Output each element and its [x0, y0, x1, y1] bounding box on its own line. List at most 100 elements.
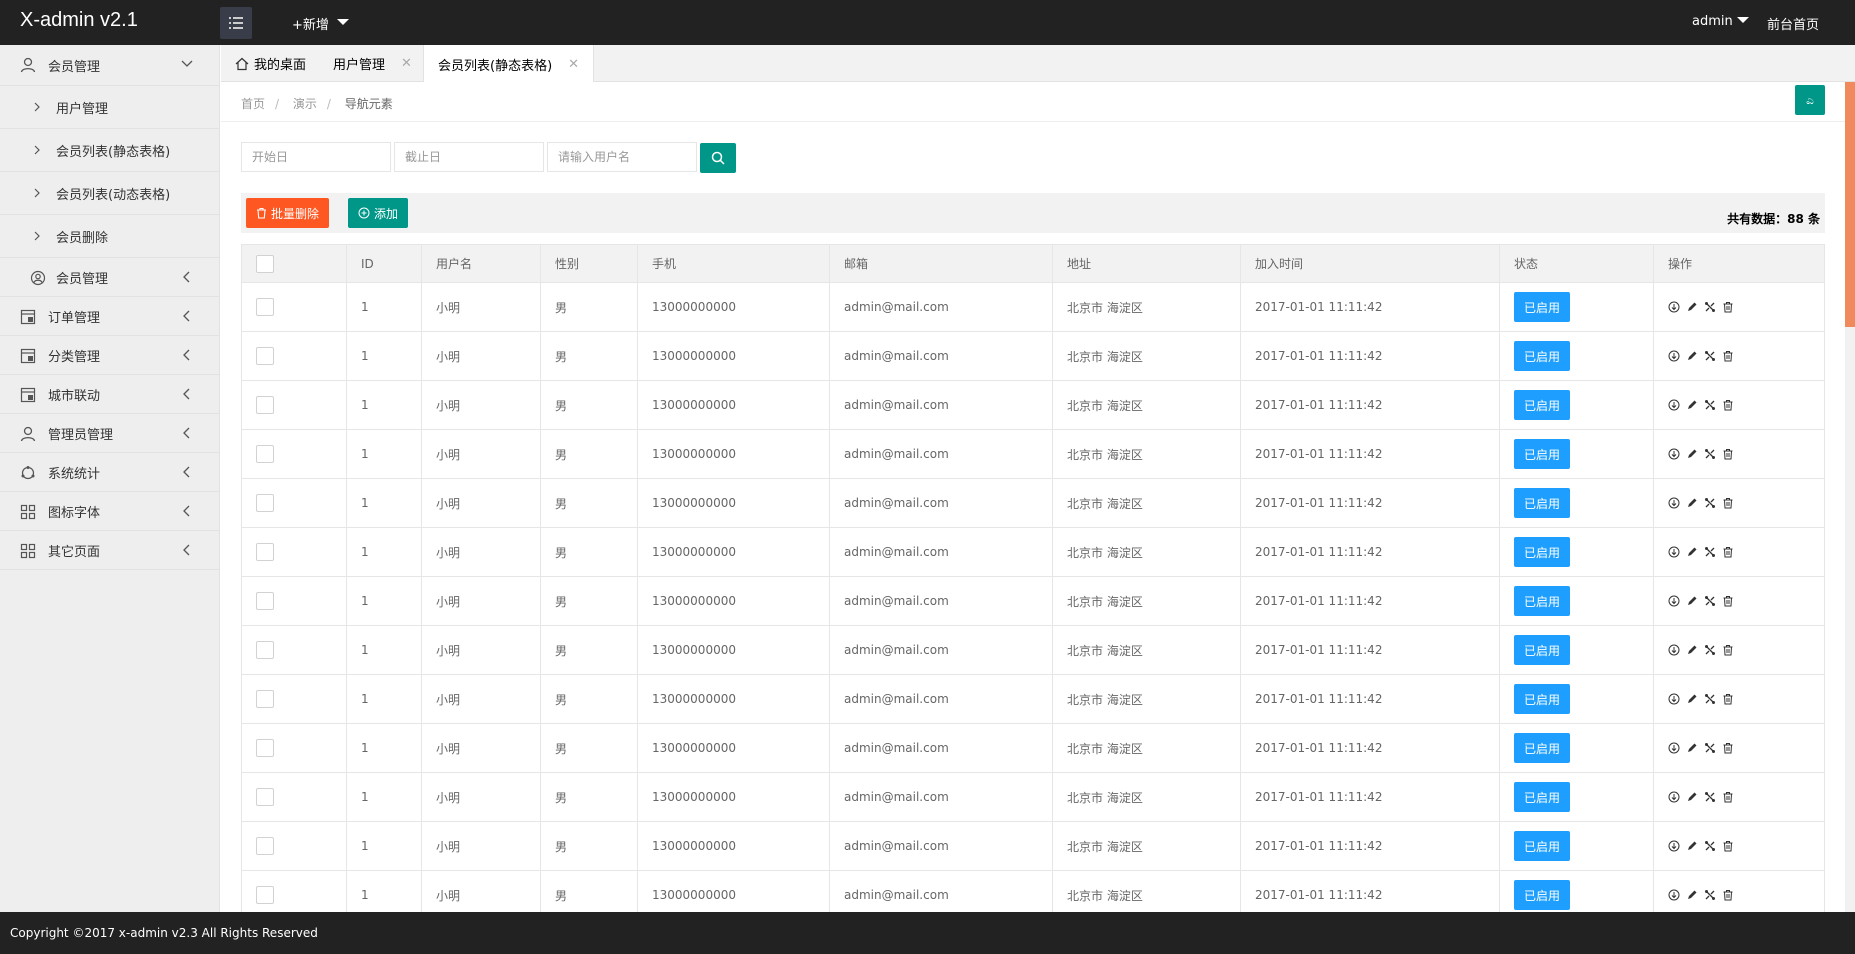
status-button[interactable]: 已启用	[1514, 341, 1571, 371]
password-icon[interactable]	[1704, 889, 1716, 901]
trash-icon[interactable]	[1722, 350, 1734, 362]
row-checkbox[interactable]	[256, 886, 274, 904]
row-checkbox-cell[interactable]	[241, 674, 347, 724]
trash-icon[interactable]	[1722, 693, 1734, 705]
password-icon[interactable]	[1704, 644, 1716, 656]
tab-desktop[interactable]: 我的桌面	[235, 45, 306, 82]
status-button[interactable]: 已启用	[1514, 733, 1571, 763]
edit-icon[interactable]	[1686, 497, 1698, 509]
sidebar-subitem-user-manage[interactable]: 用户管理	[0, 86, 219, 129]
row-checkbox[interactable]	[256, 347, 274, 365]
row-checkbox[interactable]	[256, 298, 274, 316]
download-icon[interactable]	[1668, 791, 1680, 803]
row-checkbox-cell[interactable]	[241, 576, 347, 626]
edit-icon[interactable]	[1686, 595, 1698, 607]
status-button[interactable]: 已启用	[1514, 537, 1571, 567]
password-icon[interactable]	[1704, 301, 1716, 313]
row-checkbox[interactable]	[256, 445, 274, 463]
status-button[interactable]: 已启用	[1514, 439, 1571, 469]
sidebar-item-stats[interactable]: 系统统计	[0, 453, 219, 492]
trash-icon[interactable]	[1722, 497, 1734, 509]
sidebar-item-category[interactable]: 分类管理	[0, 336, 219, 375]
username-input[interactable]: 请输入用户名	[547, 142, 697, 172]
menu-toggle-button[interactable]	[220, 7, 252, 39]
trash-icon[interactable]	[1722, 546, 1734, 558]
row-checkbox-cell[interactable]	[241, 821, 347, 871]
sidebar-item-member[interactable]: 会员管理	[0, 45, 219, 86]
start-date-input[interactable]: 开始日	[241, 142, 391, 172]
scrollbar-thumb[interactable]	[1845, 82, 1855, 327]
edit-icon[interactable]	[1686, 448, 1698, 460]
edit-icon[interactable]	[1686, 546, 1698, 558]
status-button[interactable]: 已启用	[1514, 586, 1571, 616]
download-icon[interactable]	[1668, 448, 1680, 460]
row-checkbox-cell[interactable]	[241, 870, 347, 912]
password-icon[interactable]	[1704, 546, 1716, 558]
download-icon[interactable]	[1668, 595, 1680, 607]
sidebar-item-admin[interactable]: 管理员管理	[0, 414, 219, 453]
row-checkbox[interactable]	[256, 739, 274, 757]
row-checkbox[interactable]	[256, 592, 274, 610]
download-icon[interactable]	[1668, 546, 1680, 558]
close-icon[interactable]: ✕	[568, 57, 579, 72]
edit-icon[interactable]	[1686, 350, 1698, 362]
end-date-input[interactable]: 截止日	[394, 142, 544, 172]
row-checkbox[interactable]	[256, 690, 274, 708]
password-icon[interactable]	[1704, 399, 1716, 411]
row-checkbox-cell[interactable]	[241, 380, 347, 430]
sidebar-item-other-pages[interactable]: 其它页面	[0, 531, 219, 570]
password-icon[interactable]	[1704, 840, 1716, 852]
password-icon[interactable]	[1704, 350, 1716, 362]
trash-icon[interactable]	[1722, 399, 1734, 411]
select-all-checkbox[interactable]	[256, 254, 274, 273]
trash-icon[interactable]	[1722, 301, 1734, 313]
scrollbar[interactable]	[1845, 82, 1855, 912]
row-checkbox[interactable]	[256, 641, 274, 659]
password-icon[interactable]	[1704, 742, 1716, 754]
edit-icon[interactable]	[1686, 791, 1698, 803]
password-icon[interactable]	[1704, 448, 1716, 460]
trash-icon[interactable]	[1722, 791, 1734, 803]
sidebar-item-order[interactable]: 订单管理	[0, 297, 219, 336]
sidebar-subitem-member-delete[interactable]: 会员删除	[0, 215, 219, 258]
row-checkbox[interactable]	[256, 494, 274, 512]
trash-icon[interactable]	[1722, 644, 1734, 656]
row-checkbox[interactable]	[256, 837, 274, 855]
password-icon[interactable]	[1704, 497, 1716, 509]
breadcrumb-demo[interactable]: 演示	[293, 97, 317, 111]
status-button[interactable]: 已启用	[1514, 684, 1571, 714]
download-icon[interactable]	[1668, 693, 1680, 705]
status-button[interactable]: 已启用	[1514, 488, 1571, 518]
row-checkbox-cell[interactable]	[241, 527, 347, 577]
download-icon[interactable]	[1668, 840, 1680, 852]
download-icon[interactable]	[1668, 742, 1680, 754]
download-icon[interactable]	[1668, 889, 1680, 901]
trash-icon[interactable]	[1722, 889, 1734, 901]
sidebar-item-member-nested[interactable]: 会员管理	[0, 258, 219, 297]
password-icon[interactable]	[1704, 595, 1716, 607]
row-checkbox[interactable]	[256, 788, 274, 806]
status-button[interactable]: 已启用	[1514, 390, 1571, 420]
close-icon[interactable]: ✕	[401, 56, 412, 71]
row-checkbox-cell[interactable]	[241, 723, 347, 773]
search-button[interactable]	[700, 143, 736, 173]
sidebar-subitem-member-dynamic[interactable]: 会员列表(动态表格)	[0, 172, 219, 215]
edit-icon[interactable]	[1686, 644, 1698, 656]
row-checkbox[interactable]	[256, 543, 274, 561]
row-checkbox-cell[interactable]	[241, 625, 347, 675]
row-checkbox-cell[interactable]	[241, 429, 347, 479]
user-menu[interactable]: admin	[1692, 14, 1749, 29]
password-icon[interactable]	[1704, 791, 1716, 803]
sidebar-item-city[interactable]: 城市联动	[0, 375, 219, 414]
tab-user-manage[interactable]: 用户管理 ✕	[333, 45, 412, 82]
breadcrumb-home[interactable]: 首页	[241, 97, 265, 111]
header-checkbox-cell[interactable]	[241, 244, 347, 283]
trash-icon[interactable]	[1722, 840, 1734, 852]
download-icon[interactable]	[1668, 644, 1680, 656]
status-button[interactable]: 已启用	[1514, 292, 1571, 322]
status-button[interactable]: 已启用	[1514, 831, 1571, 861]
add-new-menu[interactable]: +新增	[292, 14, 349, 33]
refresh-button[interactable]: ಎ	[1795, 85, 1825, 115]
password-icon[interactable]	[1704, 693, 1716, 705]
edit-icon[interactable]	[1686, 399, 1698, 411]
